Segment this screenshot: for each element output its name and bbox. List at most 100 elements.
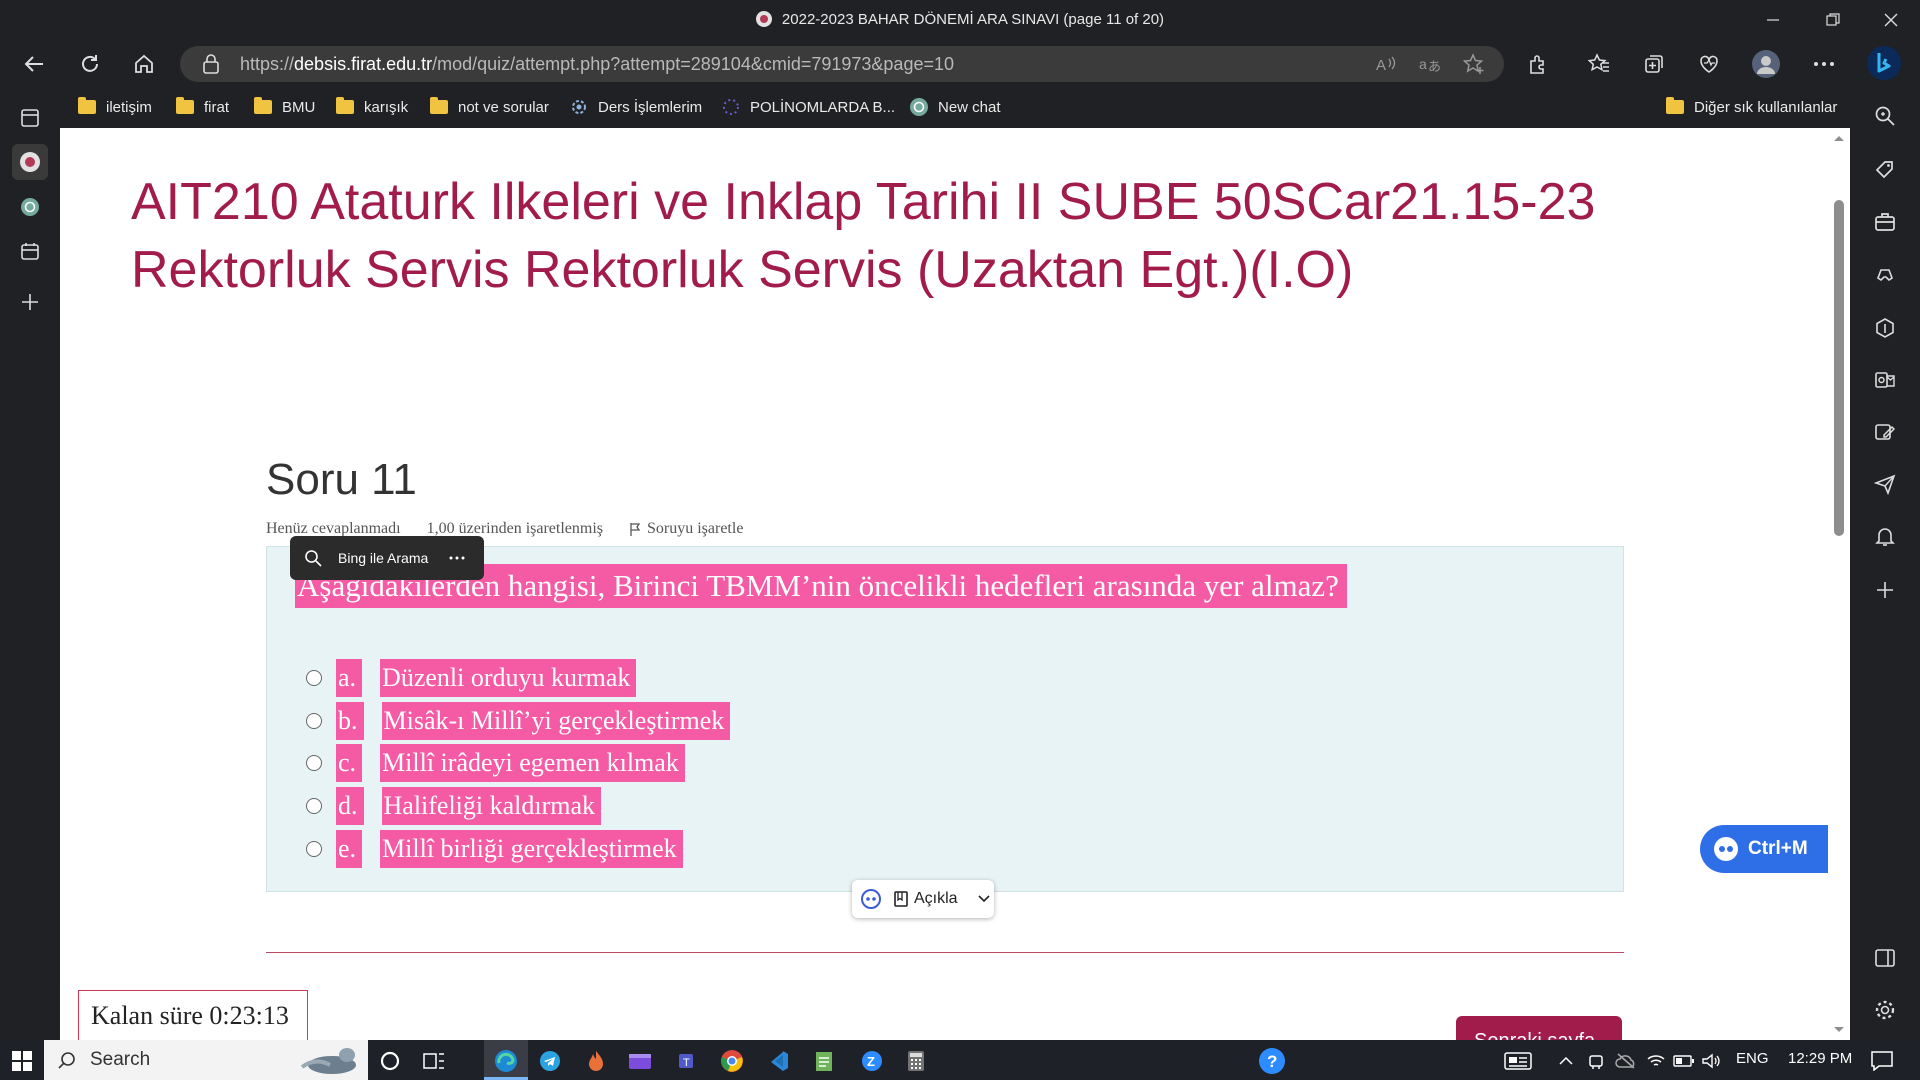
read-aloud-icon[interactable]: A (1368, 48, 1402, 80)
bookmark-item[interactable]: BMU (254, 95, 315, 119)
taskbar-search-box[interactable]: Search (44, 1040, 368, 1080)
scroll-thumb[interactable] (1834, 200, 1844, 536)
send-icon[interactable] (1867, 466, 1903, 502)
tab-quiz-active[interactable] (12, 144, 48, 180)
folder-icon (336, 97, 354, 114)
notification-bell-icon[interactable] (1867, 518, 1903, 554)
news-widget-icon[interactable] (1498, 1044, 1538, 1078)
bookmark-item[interactable]: firat (176, 95, 229, 119)
sidebar-settings-gear-icon[interactable] (1867, 992, 1903, 1028)
pinned-app-flame-icon[interactable] (576, 1044, 616, 1078)
option-d[interactable]: d. Halifeliği kaldırmak (306, 786, 602, 826)
vscode-icon[interactable] (758, 1044, 798, 1078)
radio-button[interactable] (306, 713, 322, 729)
remaining-time: Kalan süre 0:23:13 (78, 990, 308, 1042)
option-e[interactable]: e. Millî birliği gerçekleştirmek (306, 829, 683, 869)
search-icon (58, 1052, 75, 1069)
add-sidebar-app-icon[interactable] (1867, 572, 1903, 608)
language-indicator[interactable]: ENG (1736, 1050, 1769, 1067)
svg-text:あ: あ (1428, 59, 1440, 74)
bookmark-item[interactable]: karışık (336, 95, 408, 119)
bookmark-item[interactable]: Ders İşlemlerim (570, 95, 702, 119)
translate-icon[interactable]: aあ (1412, 48, 1446, 80)
more-menu-icon[interactable] (1807, 48, 1841, 80)
new-tab-plus-icon[interactable] (12, 284, 48, 320)
radio-button[interactable] (306, 670, 322, 686)
ctrl-m-extension-button[interactable]: Ctrl+M (1700, 825, 1828, 873)
collections-icon[interactable] (1637, 48, 1671, 80)
site-favicon-icon (755, 11, 772, 27)
folder-icon (176, 97, 194, 114)
notepad-icon[interactable] (804, 1044, 844, 1078)
more-options-icon[interactable] (448, 555, 466, 561)
notifications-icon[interactable] (1862, 1044, 1902, 1078)
chrome-icon[interactable] (712, 1044, 752, 1078)
book-icon (894, 891, 908, 907)
chevron-down-icon[interactable] (978, 895, 990, 903)
bookmark-item[interactable]: not ve sorular (430, 95, 549, 119)
other-bookmarks[interactable]: Diğer sık kullanılanlar (1666, 95, 1837, 119)
refresh-icon[interactable] (73, 48, 107, 80)
bookmark-item[interactable]: POLİNOMLARDA B... (722, 95, 895, 119)
profile-avatar[interactable] (1749, 48, 1783, 80)
teams-icon[interactable]: T (666, 1044, 706, 1078)
scroll-up-arrow-icon[interactable] (1833, 134, 1845, 142)
option-c[interactable]: c. Millî irâdeyi egemen kılmak (306, 743, 685, 783)
copilot-face-icon (861, 889, 881, 909)
bookmark-item[interactable]: New chat (910, 95, 1001, 119)
shopping-tag-icon[interactable] (1867, 152, 1903, 188)
restore-button[interactable] (1804, 0, 1862, 40)
hide-sidebar-icon[interactable] (1867, 940, 1903, 976)
home-icon[interactable] (127, 48, 161, 80)
search-highlight-illustration-icon (300, 1048, 356, 1074)
cortana-icon[interactable] (370, 1044, 410, 1078)
flag-question-link[interactable]: Soruyu işaretle (629, 520, 769, 537)
clock[interactable]: 12:29 PM (1788, 1050, 1852, 1067)
browser-essentials-icon[interactable] (1692, 48, 1726, 80)
search-sidebar-icon[interactable] (1867, 98, 1903, 134)
radio-button[interactable] (306, 755, 322, 771)
edge-browser-icon[interactable] (486, 1044, 526, 1078)
add-favorite-icon[interactable] (1457, 48, 1491, 80)
close-window-button[interactable] (1862, 0, 1920, 40)
extensions-icon[interactable] (1521, 48, 1555, 80)
radio-button[interactable] (306, 841, 322, 857)
bookmark-item[interactable]: iletişim (78, 95, 152, 119)
bing-copilot-icon[interactable] (1864, 44, 1904, 82)
svg-text:a: a (1419, 56, 1427, 72)
help-icon[interactable]: ? (1252, 1044, 1292, 1078)
lock-icon[interactable] (203, 54, 219, 74)
question-number: Soru 11 (266, 455, 417, 504)
radio-button[interactable] (306, 798, 322, 814)
bing-search-popup[interactable]: Bing ile Arama (290, 536, 484, 580)
url-text[interactable]: https://debsis.firat.edu.tr/mod/quiz/att… (240, 54, 954, 75)
video-editor-icon[interactable] (620, 1044, 660, 1078)
back-arrow-icon[interactable] (17, 48, 51, 80)
tab-chatgpt-icon[interactable] (12, 189, 48, 225)
svg-text:Z: Z (867, 1054, 875, 1069)
explain-popup-button[interactable]: Açıkla (852, 880, 994, 918)
course-title: AIT210 Ataturk Ilkeleri ve Inklap Tarihi… (131, 173, 1596, 299)
tools-briefcase-icon[interactable] (1867, 204, 1903, 240)
microsoft-365-icon[interactable] (1867, 310, 1903, 346)
drop-edit-icon[interactable] (1867, 414, 1903, 450)
tab-actions-icon[interactable] (12, 100, 48, 136)
option-a[interactable]: a. Düzenli orduyu kurmak (306, 658, 637, 698)
scroll-down-arrow-icon[interactable] (1833, 1026, 1845, 1034)
tab-calendar-icon[interactable] (12, 233, 48, 269)
outlook-icon[interactable] (1867, 362, 1903, 398)
games-icon[interactable] (1867, 257, 1903, 293)
calculator-icon[interactable] (896, 1044, 936, 1078)
zoom-icon[interactable]: Z (852, 1044, 892, 1078)
answer-status: Henüz cevaplanmadı (266, 520, 401, 537)
task-view-icon[interactable] (414, 1044, 454, 1078)
minimize-button[interactable] (1744, 0, 1802, 40)
telegram-icon[interactable] (530, 1044, 570, 1078)
window-title: 2022-2023 BAHAR DÖNEMİ ARA SINAVI (page … (0, 11, 1920, 28)
favorites-icon[interactable] (1582, 48, 1616, 80)
option-b[interactable]: b. Misâk-ı Millî’yi gerçekleştirmek (306, 701, 731, 741)
search-icon (305, 550, 322, 567)
volume-icon[interactable] (1692, 1044, 1732, 1078)
svg-text:A: A (1376, 57, 1386, 74)
windows-start-icon[interactable] (2, 1044, 42, 1078)
